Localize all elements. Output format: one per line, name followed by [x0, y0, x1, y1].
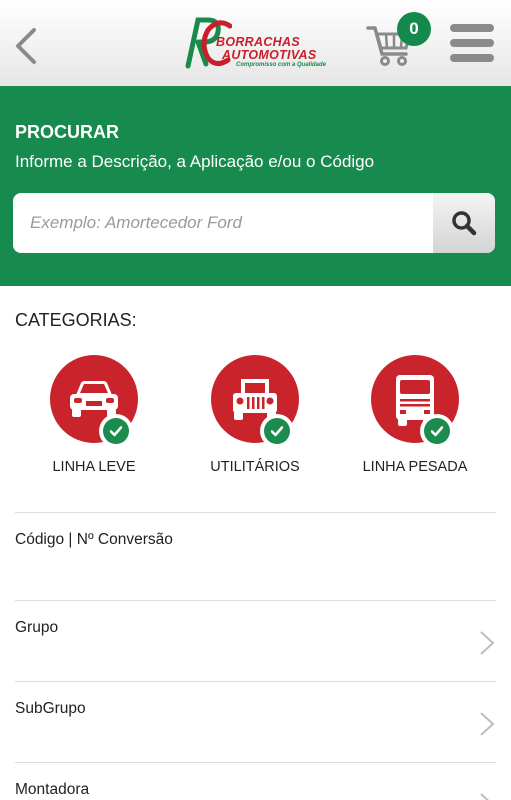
brand-logo[interactable]: BORRACHAS AUTOMOTIVAS Compromisso com a …	[172, 14, 330, 72]
category-label: LINHA PESADA	[362, 459, 468, 475]
chevron-right-icon	[480, 712, 495, 736]
selected-check	[260, 414, 294, 448]
selected-check	[99, 414, 133, 448]
selected-check	[420, 414, 454, 448]
logo-line-1: BORRACHAS	[216, 35, 300, 49]
check-icon	[430, 426, 444, 437]
chevron-right-icon	[480, 631, 495, 655]
cart-count-badge: 0	[397, 12, 431, 46]
hamburger-menu-icon-bar	[450, 39, 494, 47]
filter-label: Montadora	[15, 781, 90, 798]
chevron-right-icon	[480, 793, 490, 800]
search-box	[13, 193, 495, 253]
search-section: PROCURAR Informe a Descrição, a Aplicaçã…	[0, 86, 511, 286]
category-label: UTILITÁRIOS	[210, 459, 300, 475]
hamburger-menu-icon-bar	[450, 54, 494, 62]
filter-label: SubGrupo	[15, 700, 86, 717]
logo-line-2: AUTOMOTIVAS	[222, 48, 317, 62]
filter-label: Código | Nº Conversão	[15, 531, 173, 548]
filter-montadora[interactable]: Montadora	[15, 762, 496, 800]
filter-grupo[interactable]: Grupo	[15, 600, 496, 681]
top-bar: BORRACHAS AUTOMOTIVAS Compromisso com a …	[0, 0, 511, 86]
chevron-left-icon	[16, 28, 36, 64]
category-label: LINHA LEVE	[52, 459, 136, 475]
categories-title: CATEGORIAS:	[15, 310, 137, 330]
search-input[interactable]	[13, 193, 433, 253]
menu-button[interactable]	[450, 24, 494, 66]
check-icon	[270, 426, 284, 437]
search-title: PROCURAR	[15, 122, 120, 142]
hamburger-menu-icon	[450, 24, 494, 32]
back-button[interactable]	[10, 26, 42, 66]
category-utilitarios[interactable]: UTILITÁRIOS	[185, 355, 325, 480]
search-icon	[452, 211, 477, 236]
search-subtitle: Informe a Descrição, a Aplicação e/ou o …	[15, 152, 375, 171]
logo-tagline: Compromisso com a Qualidade	[236, 62, 327, 68]
search-button[interactable]	[433, 193, 495, 253]
filter-codigo-conversao[interactable]: Código | Nº Conversão	[15, 512, 496, 600]
filter-subgrupo[interactable]: SubGrupo	[15, 681, 496, 762]
category-linha-leve[interactable]: LINHA LEVE	[24, 355, 164, 480]
check-icon	[109, 426, 123, 437]
category-linha-pesada[interactable]: LINHA PESADA	[345, 355, 485, 480]
filter-label: Grupo	[15, 619, 59, 636]
